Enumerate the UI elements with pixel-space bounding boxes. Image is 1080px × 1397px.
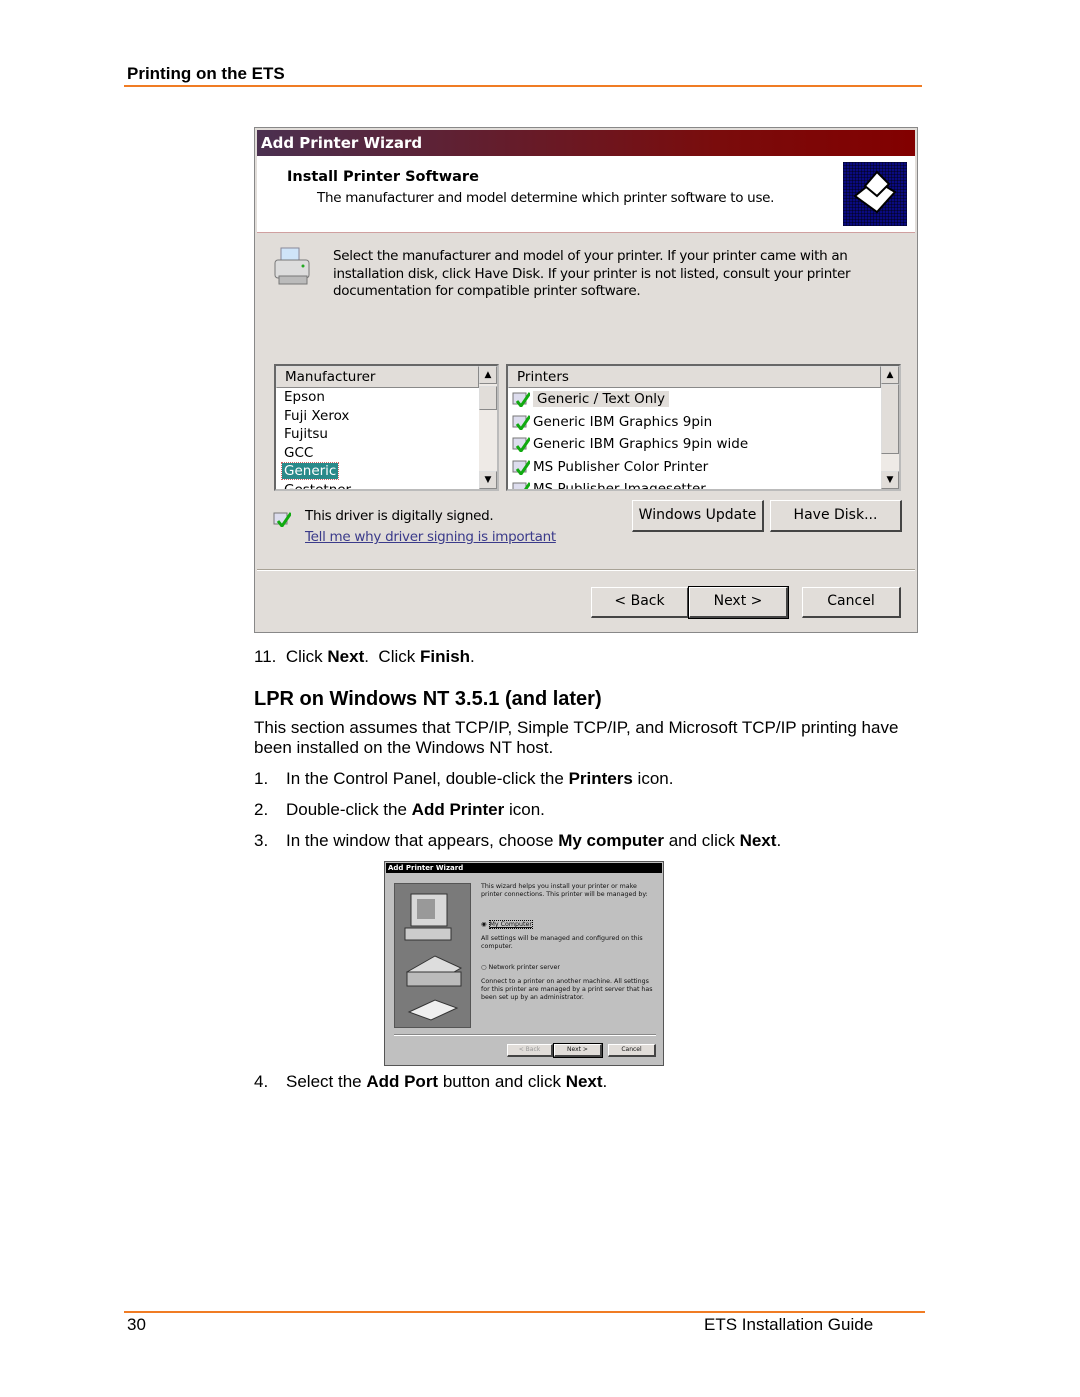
printer-icon [273,246,313,288]
scroll-up-icon[interactable]: ▲ [479,366,497,384]
signed-driver-icon [512,392,530,407]
step-3: 3. In the window that appears, choose My … [254,831,782,850]
signed-driver-icon [512,482,530,489]
signed-driver-icon [512,459,530,475]
next-button[interactable]: Next > [688,586,789,619]
back-button[interactable]: < Back [507,1044,553,1057]
step-11: 11. Click Next. Click Finish. [254,647,475,666]
manufacturer-item[interactable]: Fujitsu [276,425,497,444]
printers-list[interactable]: Printers Generic / Text Only Generic IBM … [506,364,901,491]
signed-driver-text: This driver is digitally signed. [305,508,494,524]
add-printer-wizard-screenshot: Add Printer Wizard Install Printer Softw… [254,127,918,633]
radio-network-printer-server[interactable]: ○ Network printer server [481,964,560,972]
network-printer-desc: Connect to a printer on another machine.… [481,978,653,1001]
manufacturer-item[interactable]: Gestetner [276,481,497,490]
printer-item[interactable]: Generic IBM Graphics 9pin wide [508,433,899,456]
divider [257,569,915,571]
printer-item-label: Generic IBM Graphics 9pin [533,413,713,430]
printers-column-header[interactable]: Printers [508,366,881,388]
divider [394,1034,656,1036]
step-4: 4. Select the Add Port button and click N… [254,1072,608,1091]
dialog-titlebar: Add Printer Wizard [257,130,915,156]
cancel-button[interactable]: Cancel [608,1044,656,1057]
step-2: 2. Double-click the Add Printer icon. [254,800,545,819]
wizard-illustration [394,883,471,1028]
page-number: 30 [127,1315,146,1334]
manufacturer-list[interactable]: Manufacturer Epson Fuji Xerox Fujitsu GCC Ge… [274,364,499,491]
signed-driver-icon [273,508,297,527]
my-computer-desc: All settings will be managed and configu… [481,935,643,950]
document-page: Printing on the ETS Add Printer Wizard I… [0,0,1080,1397]
next-button[interactable]: Next > [553,1043,603,1058]
printer-item-label: MS Publisher Color Printer [533,458,709,475]
section-heading: LPR on Windows NT 3.5.1 (and later) [254,688,602,710]
signed-driver-icon [512,414,530,430]
printer-item[interactable]: MS Publisher Imagesetter [508,478,899,491]
printer-item-label: Generic IBM Graphics 9pin wide [533,436,749,452]
radio-my-computer[interactable]: ◉ My Computer [481,920,533,929]
manufacturer-item[interactable]: Epson [276,388,497,407]
scroll-thumb[interactable] [479,386,497,410]
printer-wizard-icon [843,162,907,226]
scroll-up-icon[interactable]: ▲ [881,366,899,384]
scroll-down-icon[interactable]: ▼ [881,471,899,489]
manufacturer-item[interactable]: Fuji Xerox [276,407,497,426]
dialog-titlebar: Add Printer Wizard [386,863,662,873]
printer-item-label: MS Publisher Imagesetter [533,481,706,491]
dialog-subheading: The manufacturer and model determine whi… [317,190,775,206]
add-printer-wizard-nt-screenshot: Add Printer Wizard This wizard helps you… [384,861,664,1066]
printer-item[interactable]: Generic IBM Graphics 9pin [508,411,899,434]
wizard-intro: This wizard helps you install your print… [481,883,648,898]
scroll-thumb[interactable] [881,384,899,454]
printer-item[interactable]: MS Publisher Color Printer [508,456,899,479]
manufacturer-item[interactable]: GCC [276,444,497,463]
section-intro: This section assumes that TCP/IP, Simple… [254,718,899,757]
printer-item-label: Generic / Text Only [533,391,669,407]
scroll-down-icon[interactable]: ▼ [479,471,497,489]
windows-update-button[interactable]: Windows Update [632,500,764,532]
printer-item[interactable]: Generic / Text Only [508,388,899,411]
driver-signing-link[interactable]: Tell me why driver signing is important [305,529,556,545]
guide-title: ETS Installation Guide [704,1315,874,1334]
have-disk-button[interactable]: Have Disk... [770,500,902,532]
back-button[interactable]: < Back [591,587,689,618]
signed-driver-icon [512,437,530,452]
header-rule [124,85,922,87]
dialog-header: Install Printer Software The manufacture… [257,156,915,233]
running-header: Printing on the ETS [127,64,285,83]
manufacturer-column-header[interactable]: Manufacturer [276,366,479,388]
manufacturer-item[interactable]: Generic [280,462,497,481]
cancel-button[interactable]: Cancel [802,587,901,618]
printers-scrollbar[interactable]: ▲ ▼ [881,366,899,489]
manufacturer-scrollbar[interactable]: ▲ ▼ [479,366,497,489]
manufacturer-item-label: Generic [280,462,340,480]
step-1: 1. In the Control Panel, double-click the… [254,769,674,788]
footer-rule [124,1311,925,1313]
dialog-heading: Install Printer Software [287,169,479,185]
instructions-text: Select the manufacturer and model of you… [333,248,851,299]
